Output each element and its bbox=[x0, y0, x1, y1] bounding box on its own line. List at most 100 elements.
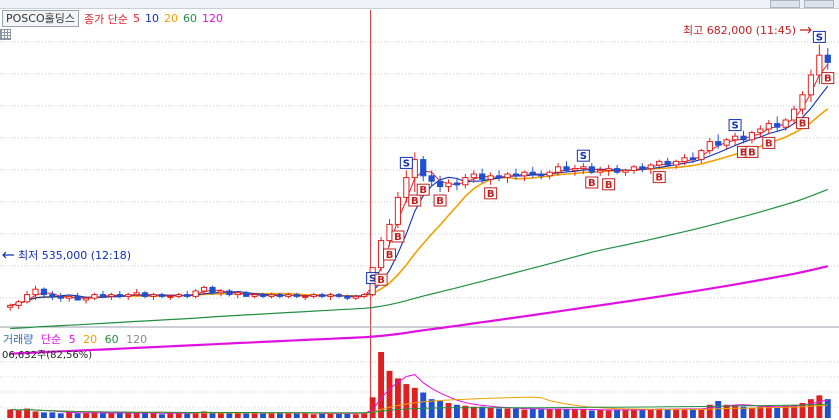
candle-body bbox=[192, 290, 199, 297]
candle-body bbox=[141, 292, 149, 297]
candle-body bbox=[706, 141, 713, 152]
volume-bar bbox=[529, 408, 536, 418]
candle-body bbox=[217, 290, 225, 294]
volume-bar bbox=[580, 409, 587, 418]
low-arrow-icon bbox=[2, 251, 14, 259]
volume-bar bbox=[49, 412, 56, 418]
volume-bar bbox=[774, 406, 781, 418]
volume-bar bbox=[7, 409, 14, 418]
candle-body bbox=[453, 182, 461, 186]
candle-body bbox=[521, 171, 528, 177]
candle-body bbox=[268, 294, 275, 297]
volume-bar bbox=[217, 413, 224, 418]
volume-bar bbox=[167, 413, 174, 418]
candle-body bbox=[310, 294, 317, 297]
candle-body bbox=[824, 54, 831, 63]
candle-body bbox=[656, 160, 663, 166]
candle-body bbox=[563, 166, 570, 171]
volume-bar bbox=[352, 414, 359, 418]
volume-bar bbox=[496, 408, 503, 418]
volume-bar bbox=[175, 413, 182, 418]
candle-body bbox=[175, 294, 182, 297]
candle-body bbox=[790, 108, 798, 121]
volume-bar bbox=[504, 408, 511, 418]
volume-bar bbox=[614, 409, 621, 418]
trade-markers: S BBBSBBBBSB BBSB BBBSB bbox=[366, 30, 835, 286]
volume-bar bbox=[689, 409, 696, 418]
candle-body bbox=[403, 177, 410, 198]
candle-body bbox=[234, 292, 241, 296]
volume-bar bbox=[605, 410, 612, 418]
volume-bar bbox=[521, 409, 528, 418]
volume-bar bbox=[487, 407, 494, 418]
volume-bar bbox=[681, 408, 688, 418]
candle-body bbox=[276, 294, 284, 297]
candle-body bbox=[82, 297, 90, 301]
candle-body bbox=[420, 159, 427, 177]
candle-body bbox=[167, 295, 174, 298]
candle-body bbox=[571, 168, 579, 171]
candle-body bbox=[285, 294, 292, 297]
volume-bar bbox=[437, 401, 444, 418]
candle-body bbox=[243, 292, 250, 297]
candle-body bbox=[259, 294, 267, 297]
sell-marker-label: S bbox=[403, 158, 410, 169]
candle-body bbox=[748, 132, 756, 141]
volume-bar bbox=[698, 408, 705, 418]
volume-bar bbox=[302, 413, 309, 418]
volume-bar bbox=[807, 399, 814, 418]
vol-ma5-legend: 5 bbox=[68, 333, 76, 346]
volume-readout: 06,632주(82,56%) bbox=[2, 350, 93, 361]
candle-body bbox=[32, 288, 39, 296]
volume-bar bbox=[732, 405, 739, 418]
ma60-line bbox=[10, 188, 829, 330]
candle-body bbox=[318, 294, 326, 297]
candle-body bbox=[394, 196, 402, 225]
candle-body bbox=[715, 141, 722, 146]
volume-bar bbox=[108, 413, 115, 418]
candle-body bbox=[807, 74, 815, 96]
candle-body bbox=[91, 294, 98, 299]
candle-body bbox=[293, 294, 300, 297]
volume-bar bbox=[260, 413, 267, 418]
candle-body bbox=[462, 177, 469, 186]
candle-body bbox=[150, 294, 157, 297]
volume-bar bbox=[453, 404, 460, 418]
vol-ma60-legend: 60 bbox=[104, 333, 119, 346]
volume-bar bbox=[563, 409, 570, 418]
candle-body bbox=[613, 168, 621, 173]
volume-bar bbox=[656, 408, 663, 418]
candle-body bbox=[689, 157, 697, 161]
candle-body bbox=[470, 173, 477, 179]
volume-bar bbox=[285, 413, 292, 418]
candle-body bbox=[445, 182, 452, 188]
candle-body bbox=[361, 294, 368, 297]
candle-body bbox=[99, 294, 107, 297]
candle-body bbox=[23, 294, 31, 303]
volume-ma20-line bbox=[10, 396, 828, 414]
low-price-label: 최저 535,000 (12:18) bbox=[18, 249, 131, 262]
volume-bar bbox=[538, 409, 545, 418]
volume-bar bbox=[57, 413, 64, 418]
candle-body bbox=[344, 295, 351, 299]
chart-annotations: 최고 682,000 (11:45) 최저 535,000 (12:18) bbox=[2, 24, 812, 262]
buy-marker-label: B bbox=[799, 119, 807, 130]
buy-marker-label: B bbox=[824, 74, 832, 85]
candle-body bbox=[630, 166, 638, 171]
candle-body bbox=[335, 294, 343, 297]
candle-body bbox=[723, 139, 730, 146]
volume-bar bbox=[630, 409, 637, 418]
volume-bar bbox=[647, 409, 654, 418]
buy-marker-label: B bbox=[605, 180, 613, 191]
candle-body bbox=[495, 175, 503, 179]
candle-body bbox=[7, 304, 14, 308]
volume-bar bbox=[99, 413, 106, 418]
candle-body bbox=[698, 150, 705, 161]
volume-bar bbox=[15, 410, 22, 418]
candle-body bbox=[580, 166, 587, 170]
volume-bar bbox=[40, 412, 47, 418]
volume-bar bbox=[386, 370, 393, 418]
volume-bar bbox=[546, 409, 553, 418]
volume-bar bbox=[445, 402, 452, 418]
volume-bar bbox=[664, 409, 671, 418]
